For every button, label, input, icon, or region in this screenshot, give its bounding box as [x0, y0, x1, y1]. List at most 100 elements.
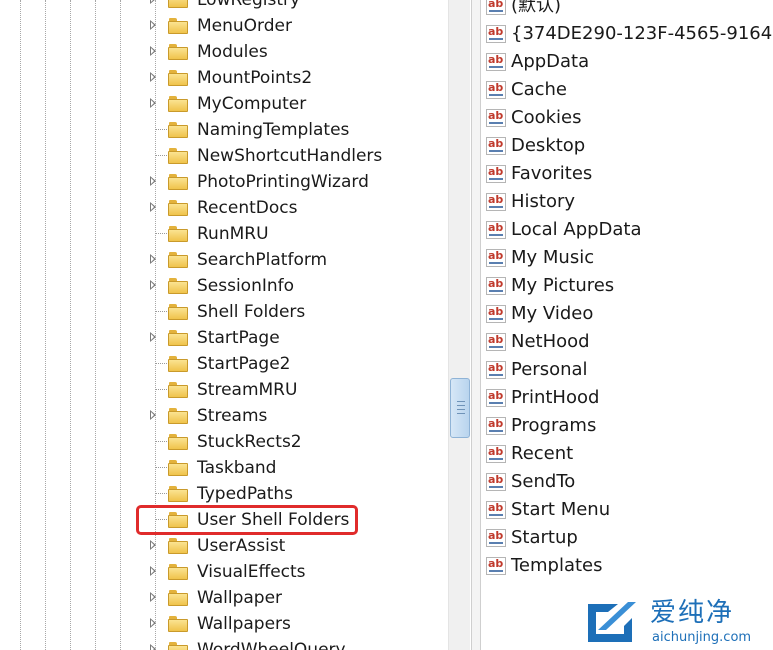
value-row[interactable]: ab SendTo — [482, 468, 773, 496]
value-name: (默认) — [511, 0, 562, 16]
tree-item[interactable]: MountPoints2 — [0, 65, 448, 91]
tree-item[interactable]: RecentDocs — [0, 195, 448, 221]
tree-item[interactable]: WordWheelQuery — [0, 637, 448, 650]
tree-item[interactable]: Streams — [0, 403, 448, 429]
expand-triangle-icon[interactable] — [150, 202, 156, 212]
tree-item[interactable]: Modules — [0, 39, 448, 65]
tree-item[interactable]: PhotoPrintingWizard — [0, 169, 448, 195]
folder-icon — [168, 200, 188, 216]
folder-icon — [168, 486, 188, 502]
value-name: AppData — [511, 51, 590, 72]
tree-item[interactable]: NewShortcutHandlers — [0, 143, 448, 169]
scrollbar-thumb[interactable] — [450, 378, 470, 438]
value-row[interactable]: ab Personal — [482, 356, 773, 384]
value-name: Personal — [511, 359, 588, 380]
value-row[interactable]: ab Startup — [482, 524, 773, 552]
expand-triangle-icon[interactable] — [150, 72, 156, 82]
expand-triangle-icon[interactable] — [150, 410, 156, 420]
tree-item[interactable]: MenuOrder — [0, 13, 448, 39]
expand-triangle-icon[interactable] — [150, 618, 156, 628]
tree-item-label: UserAssist — [197, 536, 286, 556]
tree-connector — [155, 493, 169, 494]
expand-triangle-icon[interactable] — [150, 0, 156, 4]
tree-item[interactable]: StuckRects2 — [0, 429, 448, 455]
folder-icon — [168, 538, 188, 554]
folder-icon — [168, 356, 188, 372]
value-row[interactable]: ab AppData — [482, 48, 773, 76]
tree-item[interactable]: NamingTemplates — [0, 117, 448, 143]
tree-item[interactable]: StartPage2 — [0, 351, 448, 377]
expand-triangle-icon[interactable] — [150, 332, 156, 342]
string-value-icon: ab — [486, 557, 506, 575]
tree-item[interactable]: UserAssist — [0, 533, 448, 559]
value-row[interactable]: ab {374DE290-123F-4565-9164-39C4925E467B} — [482, 20, 773, 48]
registry-key-tree[interactable]: LowRegistry MenuOrder Modules MountPoints2 M… — [0, 0, 448, 650]
tree-scrollbar[interactable] — [448, 0, 470, 650]
value-name: SendTo — [511, 471, 576, 492]
folder-icon — [168, 278, 188, 294]
value-name: {374DE290-123F-4565-9164-39C4925E467B} — [511, 23, 773, 44]
tree-item-label: SessionInfo — [197, 276, 295, 296]
pane-splitter[interactable] — [471, 0, 481, 650]
tree-item[interactable]: StreamMRU — [0, 377, 448, 403]
tree-item[interactable]: SearchPlatform — [0, 247, 448, 273]
tree-item[interactable]: Taskband — [0, 455, 448, 481]
value-row[interactable]: ab Desktop — [482, 132, 773, 160]
value-row[interactable]: ab Cookies — [482, 104, 773, 132]
string-value-icon: ab — [486, 0, 506, 15]
value-name: Local AppData — [511, 219, 642, 240]
value-row[interactable]: ab (默认) — [482, 0, 773, 20]
tree-item[interactable]: Wallpaper — [0, 585, 448, 611]
tree-item-label: NamingTemplates — [197, 120, 350, 140]
string-value-icon: ab — [486, 473, 506, 491]
value-row[interactable]: ab My Video — [482, 300, 773, 328]
expand-triangle-icon[interactable] — [150, 98, 156, 108]
tree-item[interactable]: RunMRU — [0, 221, 448, 247]
value-row[interactable]: ab Templates — [482, 552, 773, 580]
value-row[interactable]: ab Local AppData — [482, 216, 773, 244]
value-row[interactable]: ab Favorites — [482, 160, 773, 188]
value-row[interactable]: ab NetHood — [482, 328, 773, 356]
expand-triangle-icon[interactable] — [150, 46, 156, 56]
value-row[interactable]: ab My Pictures — [482, 272, 773, 300]
tree-item[interactable]: StartPage — [0, 325, 448, 351]
registry-values-list[interactable]: ab (默认) ab {374DE290-123F-4565-9164-39C4925… — [482, 0, 773, 650]
value-row[interactable]: ab My Music — [482, 244, 773, 272]
expand-triangle-icon[interactable] — [150, 280, 156, 290]
string-value-icon: ab — [486, 221, 506, 239]
value-row[interactable]: ab Cache — [482, 76, 773, 104]
value-row[interactable]: ab PrintHood — [482, 384, 773, 412]
value-row[interactable]: ab Start Menu — [482, 496, 773, 524]
folder-icon — [168, 304, 188, 320]
folder-icon — [168, 434, 188, 450]
tree-item[interactable]: LowRegistry — [0, 0, 448, 13]
tree-item[interactable]: VisualEffects — [0, 559, 448, 585]
tree-connector — [155, 311, 169, 312]
expand-triangle-icon[interactable] — [150, 644, 156, 650]
tree-item[interactable]: TypedPaths — [0, 481, 448, 507]
tree-item[interactable]: Wallpapers — [0, 611, 448, 637]
string-value-icon: ab — [486, 529, 506, 547]
folder-icon — [168, 564, 188, 580]
value-row[interactable]: ab Programs — [482, 412, 773, 440]
value-row[interactable]: ab Recent — [482, 440, 773, 468]
expand-triangle-icon[interactable] — [150, 20, 156, 30]
tree-item[interactable]: SessionInfo — [0, 273, 448, 299]
value-name: My Video — [511, 303, 594, 324]
folder-icon — [168, 408, 188, 424]
string-value-icon: ab — [486, 249, 506, 267]
expand-triangle-icon[interactable] — [150, 566, 156, 576]
value-name: Cookies — [511, 107, 582, 128]
expand-triangle-icon[interactable] — [150, 592, 156, 602]
folder-icon — [168, 148, 188, 164]
tree-item-label: StartPage2 — [197, 354, 291, 374]
tree-item[interactable]: MyComputer — [0, 91, 448, 117]
expand-triangle-icon[interactable] — [150, 540, 156, 550]
tree-item-label: RunMRU — [197, 224, 269, 244]
expand-triangle-icon[interactable] — [150, 176, 156, 186]
value-row[interactable]: ab History — [482, 188, 773, 216]
tree-item[interactable]: Shell Folders — [0, 299, 448, 325]
value-name: Favorites — [511, 163, 593, 184]
tree-connector — [155, 129, 169, 130]
expand-triangle-icon[interactable] — [150, 254, 156, 264]
